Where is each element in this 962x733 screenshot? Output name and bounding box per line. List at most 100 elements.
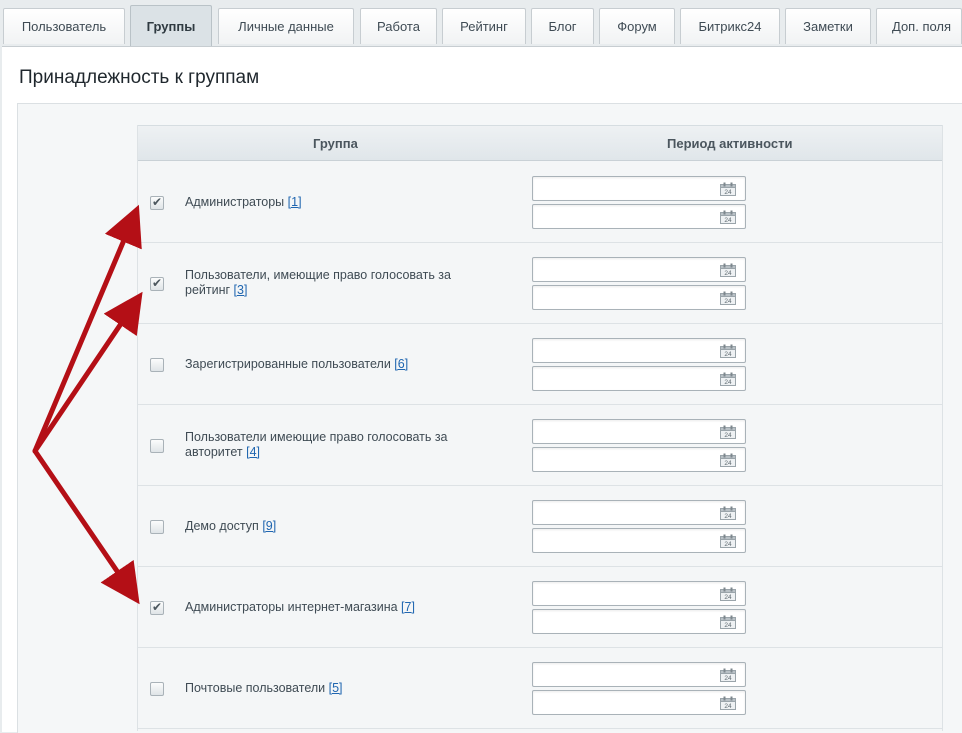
date-to-input[interactable]: 24	[532, 204, 746, 229]
tab-bar: Пользователь Группы Личные данные Работа…	[0, 0, 962, 46]
date-from-input[interactable]: 24	[532, 500, 746, 525]
calendar-icon[interactable]: 24	[720, 210, 736, 224]
date-from-input[interactable]: 24	[532, 176, 746, 201]
group-id-link[interactable]: [9]	[262, 519, 276, 533]
group-id-link[interactable]: [7]	[401, 600, 415, 614]
group-label: Администраторы интернет-магазина [7]	[185, 600, 485, 615]
calendar-icon[interactable]: 24	[720, 344, 736, 358]
group-id-link[interactable]: [6]	[394, 357, 408, 371]
tab-label: Форум	[617, 19, 657, 34]
tab-label: Битрикс24	[698, 19, 762, 34]
calendar-icon[interactable]: 24	[720, 696, 736, 710]
group-id-link[interactable]: [3]	[234, 283, 248, 297]
date-from-input[interactable]: 24	[532, 581, 746, 606]
tab-personal-data[interactable]: Личные данные	[218, 8, 354, 44]
group-id-link[interactable]: [4]	[246, 445, 260, 459]
date-from-input[interactable]: 24	[532, 338, 746, 363]
group-id-link[interactable]: [1]	[288, 195, 302, 209]
date-from-input[interactable]: 24	[532, 662, 746, 687]
tab-label: Личные данные	[238, 19, 334, 34]
group-label: Пользователи имеющие право голосовать за…	[185, 430, 485, 460]
calendar-icon[interactable]: 24	[720, 668, 736, 682]
group-label: Зарегистрированные пользователи [6]	[185, 357, 485, 372]
calendar-icon-text: 24	[724, 513, 732, 520]
group-name: Администраторы интернет-магазина	[185, 600, 398, 614]
checkmark-icon: ✔	[152, 276, 163, 290]
tab-rating[interactable]: Рейтинг	[442, 8, 526, 44]
tab-label: Группы	[146, 18, 196, 34]
calendar-icon[interactable]: 24	[720, 453, 736, 467]
tab-blog[interactable]: Блог	[531, 8, 594, 44]
tab-label: Заметки	[803, 19, 853, 34]
tab-label: Рейтинг	[460, 19, 508, 34]
calendar-icon-text: 24	[724, 189, 732, 196]
checkmark-icon: ✔	[152, 600, 163, 614]
tab-bitrix24[interactable]: Битрикс24	[680, 8, 780, 44]
table-row: Почтовые пользователи [5] 24 24	[138, 648, 942, 729]
group-checkbox[interactable]: ✔	[150, 276, 164, 291]
calendar-icon[interactable]: 24	[720, 182, 736, 196]
tab-label: Доп. поля	[892, 19, 952, 34]
group-name: Администраторы	[185, 195, 285, 209]
date-to-input[interactable]: 24	[532, 447, 746, 472]
calendar-icon[interactable]: 24	[720, 615, 736, 629]
table-row: Пользователи имеющие право голосовать за…	[138, 405, 942, 486]
calendar-icon[interactable]: 24	[720, 425, 736, 439]
date-to-input[interactable]: 24	[532, 366, 746, 391]
calendar-icon-text: 24	[724, 298, 732, 305]
group-label: Почтовые пользователи [5]	[185, 681, 485, 696]
tab-forum[interactable]: Форум	[599, 8, 675, 44]
tab-label: Блог	[548, 19, 577, 34]
calendar-icon-text: 24	[724, 594, 732, 601]
tab-label: Пользователь	[21, 19, 107, 34]
tab-groups[interactable]: Группы	[130, 5, 212, 46]
group-checkbox[interactable]: ✔	[150, 600, 164, 615]
calendar-icon-text: 24	[724, 270, 732, 277]
checkmark-icon: ✔	[152, 195, 163, 209]
table-row: ✔ Администраторы [1] 24 24	[138, 162, 942, 243]
group-name: Зарегистрированные пользователи	[185, 357, 391, 371]
group-id-link[interactable]: [5]	[329, 681, 343, 695]
tab-extra-fields[interactable]: Доп. поля	[876, 8, 962, 44]
table-row: Зарегистрированные пользователи [6] 24 24	[138, 324, 942, 405]
column-header-period: Период активности	[667, 136, 793, 151]
group-label: Демо доступ [9]	[185, 519, 485, 534]
calendar-icon[interactable]: 24	[720, 291, 736, 305]
group-checkbox[interactable]	[150, 358, 164, 372]
calendar-icon-text: 24	[724, 541, 732, 548]
group-label: Администраторы [1]	[185, 195, 485, 210]
calendar-icon[interactable]: 24	[720, 587, 736, 601]
group-name: Пользователи имеющие право голосовать за…	[185, 430, 448, 459]
tab-user[interactable]: Пользователь	[3, 8, 125, 44]
calendar-icon-text: 24	[724, 675, 732, 682]
date-to-input[interactable]: 24	[532, 609, 746, 634]
tab-work[interactable]: Работа	[360, 8, 437, 44]
column-header-group: Группа	[313, 136, 358, 151]
group-checkbox[interactable]	[150, 520, 164, 534]
group-checkbox[interactable]: ✔	[150, 195, 164, 210]
date-to-input[interactable]: 24	[532, 528, 746, 553]
group-checkbox[interactable]	[150, 439, 164, 453]
groups-table: Группа Период активности ✔ Администраторы…	[137, 125, 943, 731]
calendar-icon-text: 24	[724, 432, 732, 439]
calendar-icon[interactable]: 24	[720, 506, 736, 520]
calendar-icon-text: 24	[724, 460, 732, 467]
calendar-icon[interactable]: 24	[720, 263, 736, 277]
calendar-icon-text: 24	[724, 622, 732, 629]
date-to-input[interactable]: 24	[532, 285, 746, 310]
table-row: ✔ Администраторы интернет-магазина [7] 24 2…	[138, 567, 942, 648]
group-checkbox[interactable]	[150, 682, 164, 696]
group-name: Демо доступ	[185, 519, 259, 533]
table-header: Группа Период активности	[138, 125, 942, 161]
calendar-icon-text: 24	[724, 379, 732, 386]
calendar-icon[interactable]: 24	[720, 534, 736, 548]
date-to-input[interactable]: 24	[532, 690, 746, 715]
date-from-input[interactable]: 24	[532, 257, 746, 282]
date-from-input[interactable]: 24	[532, 419, 746, 444]
tab-notes[interactable]: Заметки	[785, 8, 871, 44]
group-name: Почтовые пользователи	[185, 681, 326, 695]
calendar-icon-text: 24	[724, 351, 732, 358]
calendar-icon[interactable]: 24	[720, 372, 736, 386]
tab-label: Работа	[377, 19, 420, 34]
group-name: Пользователи, имеющие право голосовать з…	[185, 268, 451, 297]
